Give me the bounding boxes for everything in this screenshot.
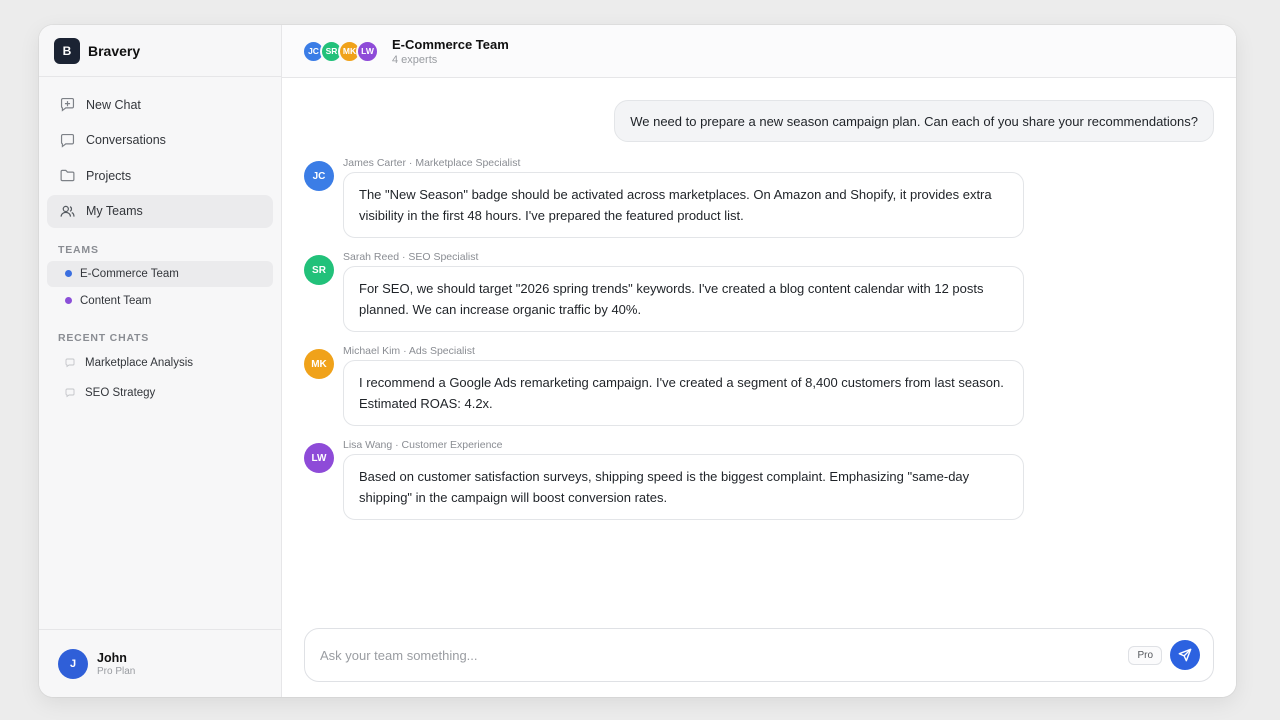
nav-label: Projects (86, 168, 132, 183)
agent-avatar: SR (304, 255, 334, 285)
folder-icon (60, 169, 75, 182)
user-info: John Pro Plan (97, 651, 135, 677)
user-name: John (97, 650, 127, 665)
agent-avatar: MK (304, 349, 334, 379)
agent-meta: Sarah Reed · SEO Specialist (343, 251, 479, 263)
app-window: B Bravery New Chat Conversations Project… (39, 25, 1236, 697)
recent-item-marketplace[interactable]: Marketplace Analysis (47, 348, 273, 378)
agent-message-bubble: For SEO, we should target "2026 spring t… (343, 266, 1024, 332)
users-icon (60, 205, 75, 217)
chat-title: E-Commerce Team (392, 36, 509, 52)
team-label: E-Commerce Team (80, 267, 179, 280)
brand-name: Bravery (88, 42, 141, 59)
header-text: E-Commerce Team 4 experts (392, 37, 509, 66)
send-icon (1178, 648, 1192, 662)
message-composer: Pro (304, 628, 1214, 682)
nav-label: My Teams (86, 204, 143, 218)
nav-projects[interactable]: Projects (47, 159, 273, 192)
avatar: J (58, 648, 88, 679)
team-item-ecommerce[interactable]: E-Commerce Team (47, 260, 273, 287)
message-list: We need to prepare a new season campaign… (282, 78, 1236, 617)
recent-section-label: RECENT CHATS (58, 331, 150, 344)
chat-main: JC SR MK LW E-Commerce Team 4 experts We… (282, 25, 1236, 697)
agent-message-bubble: Based on customer satisfaction surveys, … (343, 454, 1024, 520)
team-color-dot (65, 270, 72, 277)
conversations-icon (60, 133, 75, 148)
recent-label: Marketplace Analysis (85, 356, 194, 369)
recent-label: SEO Strategy (85, 386, 156, 399)
brand-logo[interactable]: B (54, 37, 80, 64)
send-button[interactable] (1170, 640, 1200, 670)
nav-conversations[interactable]: Conversations (47, 124, 273, 157)
agent-meta: James Carter · Marketplace Specialist (343, 157, 521, 169)
team-color-dot (65, 297, 72, 304)
nav-my-teams[interactable]: My Teams (47, 194, 273, 228)
agent-message-bubble: The "New Season" badge should be activat… (343, 172, 1024, 238)
pro-badge[interactable]: Pro (1128, 645, 1162, 665)
user-message: We need to prepare a new season campaign… (614, 100, 1214, 142)
nav-label: Conversations (86, 133, 166, 147)
chat-bubble-icon (65, 388, 75, 397)
teams-section-label: TEAMS (58, 243, 99, 256)
agent-avatar: JC (304, 161, 334, 191)
agent-meta: Michael Kim · Ads Specialist (343, 345, 475, 357)
nav-label: New Chat (86, 97, 141, 112)
brand: B Bravery (39, 25, 281, 77)
avatar-lw: LW (356, 39, 379, 63)
team-label: Content Team (80, 294, 152, 307)
nav-new-chat[interactable]: New Chat (47, 88, 273, 121)
main-nav: New Chat Conversations Projects My Teams (39, 77, 281, 228)
user-plan: Pro Plan (97, 665, 136, 677)
team-avatar-stack: JC SR MK LW (302, 39, 379, 63)
message-input[interactable] (320, 647, 1129, 663)
agent-meta: Lisa Wang · Customer Experience (343, 439, 503, 451)
agent-message-bubble: I recommend a Google Ads remarketing cam… (343, 360, 1024, 426)
agent-avatar: LW (304, 443, 334, 473)
sidebar: B Bravery New Chat Conversations Project… (39, 25, 282, 697)
team-item-content[interactable]: Content Team (47, 288, 273, 314)
chat-subtitle: 4 experts (392, 53, 438, 66)
chat-header: JC SR MK LW E-Commerce Team 4 experts (282, 25, 1236, 78)
new-chat-icon (60, 97, 75, 112)
chat-bubble-icon (65, 358, 75, 367)
user-profile[interactable]: J John Pro Plan (39, 629, 281, 697)
recent-item-seo[interactable]: SEO Strategy (47, 378, 273, 408)
